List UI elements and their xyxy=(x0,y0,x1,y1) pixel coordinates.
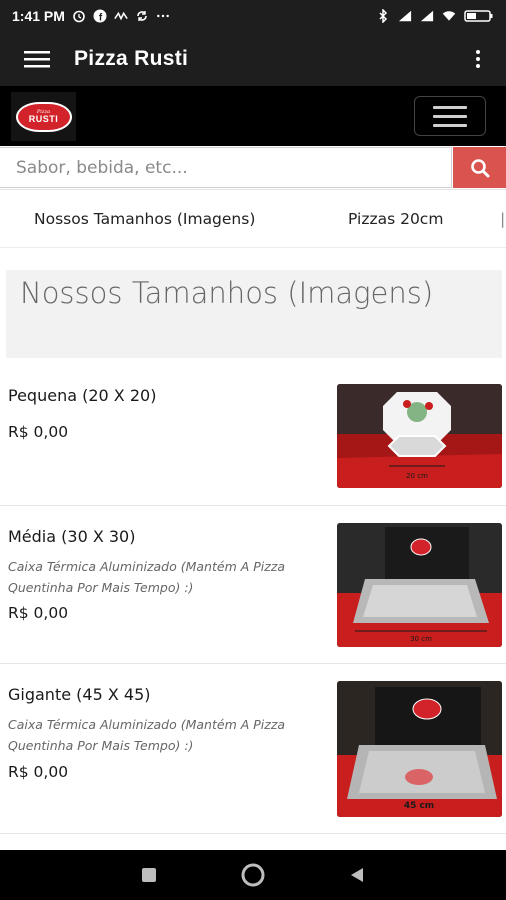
product-description: Caixa Térmica Aluminizado (Mantém A Pizz… xyxy=(8,717,286,753)
recents-square-icon xyxy=(142,868,156,882)
search-bar xyxy=(0,146,506,190)
image-size-label: 45 cm xyxy=(404,801,434,811)
product-item-gigante[interactable]: Gigante (45 X 45) Caixa Térmica Aluminiz… xyxy=(0,664,506,834)
search-input[interactable] xyxy=(0,147,452,188)
logo-big-text: RUSTI xyxy=(28,114,59,124)
nav-toggle-button[interactable] xyxy=(414,96,486,136)
product-item-media[interactable]: Média (30 X 30) Caixa Térmica Aluminizad… xyxy=(0,506,506,664)
hamburger-icon xyxy=(433,123,467,127)
back-triangle-icon xyxy=(351,868,363,882)
logo-badge: Pizza RUSTI xyxy=(15,101,72,132)
facebook-icon: f xyxy=(93,9,107,23)
bluetooth-icon xyxy=(376,9,390,23)
hamburger-icon xyxy=(24,51,50,68)
tab-pizzas-20cm[interactable]: Pizzas 20cm xyxy=(348,210,443,228)
divider xyxy=(0,833,506,834)
app-bar: Pizza Rusti xyxy=(0,32,506,86)
vertical-dots-icon xyxy=(476,64,480,68)
product-price: R$ 0,00 xyxy=(8,763,69,781)
product-name: Gigante (45 X 45) xyxy=(8,685,151,704)
search-icon xyxy=(470,158,489,177)
site-header: Pizza RUSTI xyxy=(0,86,506,146)
product-price: R$ 0,00 xyxy=(8,423,69,441)
wifi-icon xyxy=(442,9,456,23)
dual-sim-icon xyxy=(114,9,128,23)
app-title: Pizza Rusti xyxy=(74,47,189,70)
alarm-icon xyxy=(72,9,86,23)
home-circle-icon xyxy=(241,863,265,887)
tab-nossos-tamanhos[interactable]: Nossos Tamanhos (Imagens) xyxy=(34,210,255,228)
product-name: Média (30 X 30) xyxy=(8,527,136,546)
android-navigation-bar xyxy=(0,850,506,900)
product-image[interactable]: 20 cm xyxy=(337,384,502,488)
vertical-dots-icon xyxy=(476,50,480,54)
battery-icon xyxy=(464,9,494,23)
back-button[interactable] xyxy=(343,861,371,889)
status-bar: 1:41 PM f xyxy=(0,0,506,32)
product-price: R$ 0,00 xyxy=(8,604,69,622)
store-logo[interactable]: Pizza RUSTI xyxy=(11,92,76,141)
image-size-label: 30 cm xyxy=(410,635,432,643)
hamburger-icon xyxy=(433,114,467,118)
signal-icon xyxy=(420,9,434,23)
product-image[interactable]: 30 cm xyxy=(337,523,502,647)
menu-button[interactable] xyxy=(0,32,74,86)
vertical-dots-icon xyxy=(476,57,480,61)
tab-next-partial[interactable]: | xyxy=(500,210,506,228)
product-image[interactable]: 45 cm xyxy=(337,681,502,817)
hamburger-icon xyxy=(433,105,467,109)
category-tabs: Nossos Tamanhos (Imagens) Pizzas 20cm | xyxy=(0,190,506,248)
product-description: Caixa Térmica Aluminizado (Mantém A Pizz… xyxy=(8,559,286,595)
home-button[interactable] xyxy=(239,861,267,889)
section-title: Nossos Tamanhos (Imagens) xyxy=(6,270,502,358)
product-item-pequena[interactable]: Pequena (20 X 20) R$ 0,00 20 cm xyxy=(0,372,506,506)
image-size-label: 20 cm xyxy=(406,472,428,480)
more-dots-icon xyxy=(156,9,170,23)
overflow-menu-button[interactable] xyxy=(464,46,492,72)
status-time: 1:41 PM xyxy=(12,8,65,24)
search-button[interactable] xyxy=(453,147,506,188)
product-name: Pequena (20 X 20) xyxy=(8,386,157,405)
sync-icon xyxy=(135,9,149,23)
recents-button[interactable] xyxy=(135,861,163,889)
signal-icon xyxy=(398,9,412,23)
